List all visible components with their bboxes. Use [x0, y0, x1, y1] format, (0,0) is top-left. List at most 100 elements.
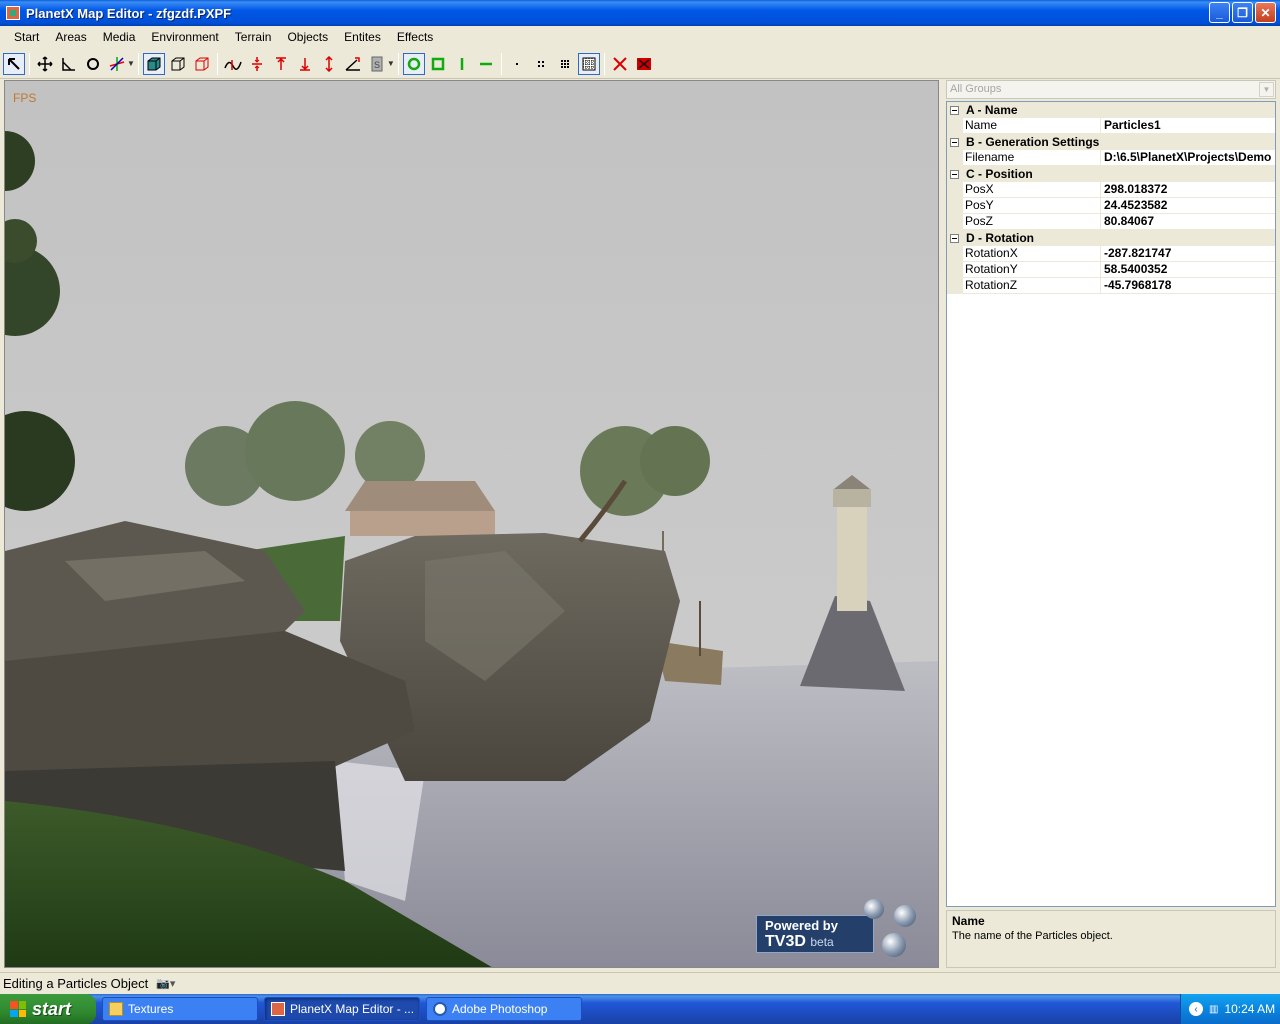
solid-box-icon[interactable]	[142, 52, 165, 75]
task-label: PlanetX Map Editor - ...	[290, 1002, 415, 1016]
3d-viewport[interactable]: FPS Powered by TV3D beta	[4, 80, 939, 968]
property-value[interactable]: 58.5400352	[1101, 262, 1275, 278]
property-row[interactable]: PosX 298.018372	[947, 182, 1275, 198]
toolbar-separator	[216, 52, 218, 75]
property-key: Name	[963, 118, 1101, 134]
vertical-line-icon[interactable]	[451, 53, 473, 75]
minimize-button[interactable]: _	[1209, 2, 1230, 23]
rotate-icon[interactable]	[82, 53, 104, 75]
taskbar: start Textures PlanetX Map Editor - ... …	[0, 994, 1280, 1024]
maximize-button[interactable]: ❐	[1232, 2, 1253, 23]
terrain-slope-icon[interactable]	[342, 53, 364, 75]
app-icon[interactable]	[6, 6, 20, 20]
help-title: Name	[952, 914, 985, 928]
property-value[interactable]: D:\6.5\PlanetX\Projects\Demo	[1101, 150, 1275, 166]
property-row[interactable]: PosY 24.4523582	[947, 198, 1275, 214]
start-label: start	[32, 998, 72, 1019]
windows-logo-icon	[10, 1001, 26, 1017]
brush-size-2-icon[interactable]	[530, 53, 552, 75]
collapse-icon[interactable]	[950, 233, 959, 243]
axis-dropdown-icon[interactable]: ▼	[127, 59, 135, 68]
square-brush-icon[interactable]	[427, 53, 449, 75]
task-textures[interactable]: Textures	[102, 997, 258, 1021]
property-row[interactable]: RotationX -287.821747	[947, 246, 1275, 262]
tray-expand-icon[interactable]: ‹	[1189, 1002, 1203, 1016]
chevron-down-icon[interactable]: ▼	[1259, 82, 1274, 97]
brush-size-4-icon[interactable]	[577, 52, 600, 75]
property-value[interactable]: 298.018372	[1101, 182, 1275, 198]
select-arrow-icon[interactable]	[3, 52, 25, 75]
engine-label: TV3D	[765, 933, 806, 950]
property-value[interactable]: Particles1	[1101, 118, 1275, 134]
delete-all-icon[interactable]	[633, 53, 655, 75]
collapse-icon[interactable]	[950, 169, 959, 179]
axis-icon[interactable]	[106, 53, 128, 75]
start-button[interactable]: start	[0, 994, 96, 1024]
wire-red-box-icon[interactable]	[191, 53, 213, 75]
svg-text:S: S	[374, 60, 380, 70]
fps-counter: FPS	[13, 91, 37, 105]
powered-by-text: Powered by	[765, 918, 838, 933]
powered-by-logo: Powered by TV3D beta	[756, 893, 932, 963]
property-value[interactable]: -45.7968178	[1101, 278, 1275, 294]
wire-box-icon[interactable]	[167, 53, 189, 75]
brush-size-1-icon[interactable]	[506, 53, 528, 75]
category-rotation[interactable]: D - Rotation	[947, 230, 1275, 246]
paint-dropdown-icon[interactable]: ▼	[387, 59, 395, 68]
menu-objects[interactable]: Objects	[279, 30, 336, 44]
menu-entites[interactable]: Entites	[336, 30, 389, 44]
terrain-raise-icon[interactable]	[270, 53, 292, 75]
clock[interactable]: 10:24 AM	[1224, 1002, 1275, 1016]
property-row[interactable]: Name Particles1	[947, 118, 1275, 134]
property-help-panel: Name The name of the Particles object.	[946, 910, 1276, 968]
property-value[interactable]: 24.4523582	[1101, 198, 1275, 214]
menu-areas[interactable]: Areas	[47, 30, 94, 44]
menu-media[interactable]: Media	[95, 30, 144, 44]
property-row[interactable]: RotationY 58.5400352	[947, 262, 1275, 278]
row-gutter	[947, 246, 963, 262]
property-row[interactable]: RotationZ -45.7968178	[947, 278, 1275, 294]
groups-dropdown-value: All Groups	[950, 83, 1002, 95]
window-controls: _ ❐ ✕	[1209, 2, 1276, 23]
collapse-icon[interactable]	[950, 105, 959, 115]
task-photoshop[interactable]: Adobe Photoshop	[426, 997, 582, 1021]
category-label: D - Rotation	[966, 231, 1034, 245]
category-position[interactable]: C - Position	[947, 166, 1275, 182]
toolbar: ▼ S ▼	[0, 49, 1280, 79]
menu-terrain[interactable]: Terrain	[227, 30, 280, 44]
scene-render	[5, 81, 938, 967]
move-icon[interactable]	[34, 53, 56, 75]
scale-icon[interactable]	[58, 53, 80, 75]
row-gutter	[947, 118, 963, 134]
delete-x-icon[interactable]	[609, 53, 631, 75]
category-generation-settings[interactable]: B - Generation Settings	[947, 134, 1275, 150]
circle-brush-icon[interactable]	[402, 52, 425, 75]
network-icon[interactable]: ▥	[1209, 1004, 1218, 1015]
menu-effects[interactable]: Effects	[389, 30, 441, 44]
row-gutter	[947, 214, 963, 230]
property-row[interactable]: Filename D:\6.5\PlanetX\Projects\Demo	[947, 150, 1275, 166]
property-row[interactable]: PosZ 80.84067	[947, 214, 1275, 230]
property-value[interactable]: -287.821747	[1101, 246, 1275, 262]
terrain-updown-icon[interactable]	[318, 53, 340, 75]
close-button[interactable]: ✕	[1255, 2, 1276, 23]
brush-size-3-icon[interactable]	[554, 53, 576, 75]
menu-start[interactable]: Start	[6, 30, 47, 44]
task-planetx[interactable]: PlanetX Map Editor - ...	[264, 997, 420, 1021]
groups-dropdown[interactable]: All Groups ▼	[946, 80, 1276, 99]
category-label: B - Generation Settings	[966, 135, 1100, 149]
horizontal-line-icon[interactable]	[475, 53, 497, 75]
terrain-lower-icon[interactable]	[294, 53, 316, 75]
property-value[interactable]: 80.84067	[1101, 214, 1275, 230]
property-grid: A - Name Name Particles1 B - Generation S…	[946, 101, 1276, 907]
terrain-flatten-icon[interactable]	[246, 53, 268, 75]
status-camera-icon[interactable]: 📷▾	[156, 977, 175, 990]
logo-orb-icon	[882, 933, 906, 957]
row-gutter	[947, 182, 963, 198]
category-name[interactable]: A - Name	[947, 102, 1275, 118]
terrain-smooth-icon[interactable]	[222, 53, 244, 75]
collapse-icon[interactable]	[950, 137, 959, 147]
menu-environment[interactable]: Environment	[143, 30, 226, 44]
toolbar-separator	[500, 52, 502, 75]
paint-icon[interactable]: S	[366, 53, 388, 75]
